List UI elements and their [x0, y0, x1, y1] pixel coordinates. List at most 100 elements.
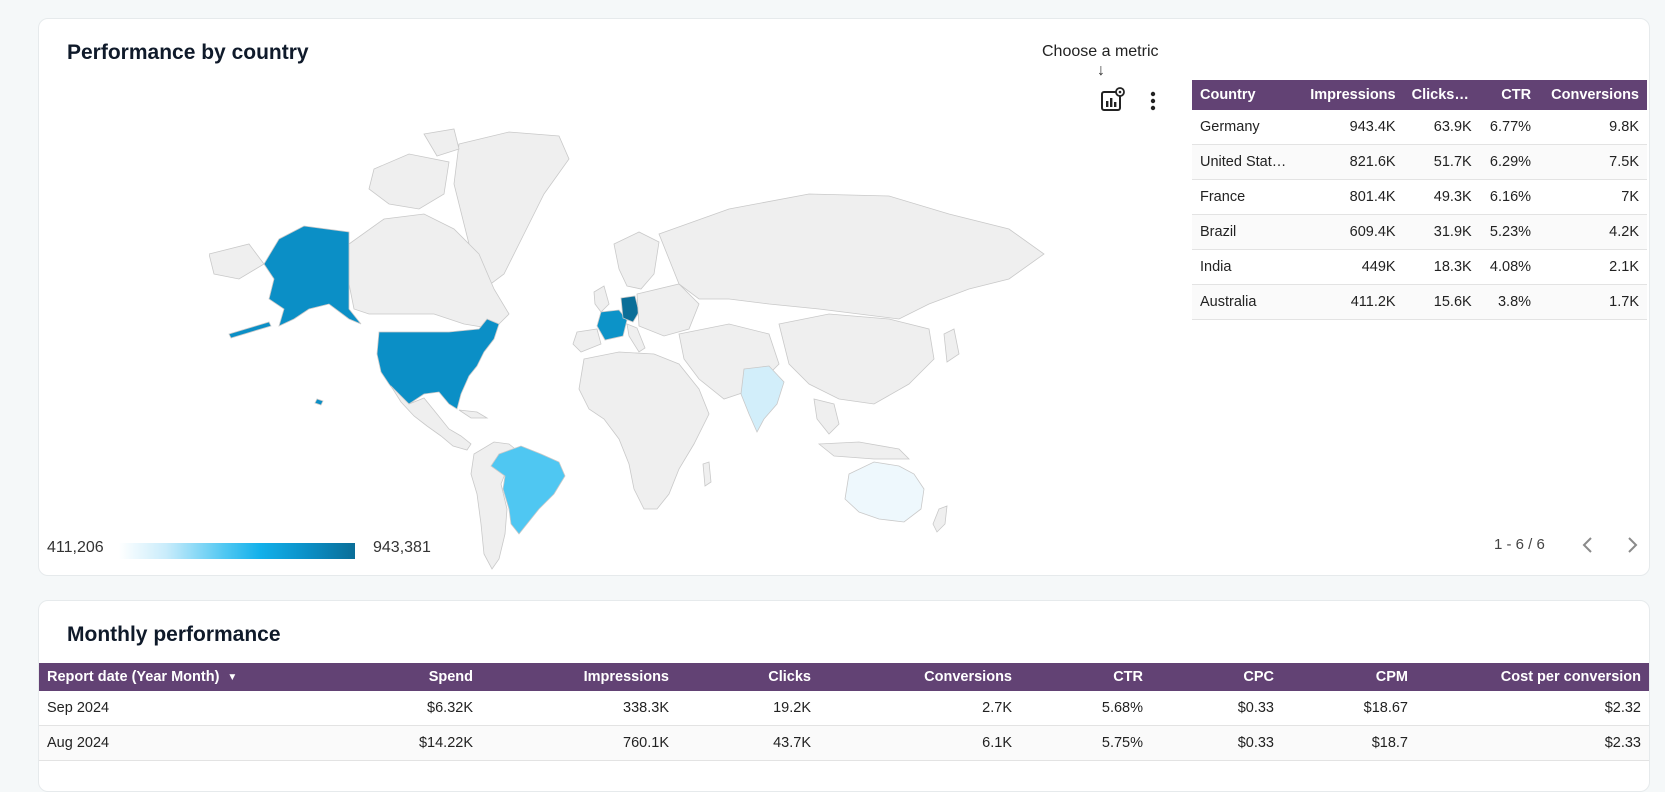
map-united-states[interactable]	[376, 318, 500, 410]
chevron-right-icon[interactable]	[1623, 534, 1641, 556]
cell-cost-per-conversion: $2.33	[1416, 725, 1649, 761]
map-australia[interactable]	[844, 461, 925, 523]
map-aleutians[interactable]	[228, 321, 272, 339]
col-ctr[interactable]: CTR	[1020, 663, 1151, 691]
cell-cost-per-conversion: $2.32	[1416, 691, 1649, 726]
country-row[interactable]: Australia 411.2K 15.6K 3.8% 1.7K	[1192, 284, 1647, 320]
map-africa[interactable]	[578, 351, 710, 510]
col-impressions[interactable]: Impressions	[1298, 80, 1404, 110]
cell-impressions: 760.1K	[481, 725, 677, 761]
col-impressions[interactable]: Impressions	[481, 663, 677, 691]
cell-clicks: 15.6K	[1403, 284, 1480, 320]
cell-impressions: 449K	[1298, 249, 1404, 285]
map-hawaii[interactable]	[314, 398, 324, 406]
cell-clicks: 31.9K	[1403, 214, 1480, 250]
world-map[interactable]	[209, 114, 1049, 574]
cell-impressions: 801.4K	[1298, 179, 1404, 215]
country-row[interactable]: Brazil 609.4K 31.9K 5.23% 4.2K	[1192, 214, 1647, 250]
col-ctr[interactable]: CTR	[1479, 80, 1540, 110]
cell-country: India	[1192, 249, 1299, 285]
map-italy[interactable]	[626, 323, 646, 353]
map-east-asia[interactable]	[778, 313, 935, 405]
cell-ctr: 6.16%	[1479, 179, 1540, 215]
col-report-date-label: Report date (Year Month)	[47, 669, 220, 685]
map-iberia[interactable]	[572, 328, 602, 353]
performance-card: Performance by country Choose a metric ↓	[38, 18, 1650, 576]
col-clicks[interactable]: Clicks	[677, 663, 819, 691]
cell-conversions: 7K	[1539, 179, 1647, 215]
col-report-date[interactable]: Report date (Year Month) ▼	[39, 663, 285, 691]
country-row[interactable]: Germany 943.4K 63.9K 6.77% 9.8K	[1192, 110, 1647, 145]
chevron-left-icon[interactable]	[1579, 534, 1597, 556]
col-spend[interactable]: Spend	[285, 663, 481, 691]
map-arctic-islands[interactable]	[368, 153, 450, 210]
map-scandinavia[interactable]	[613, 231, 660, 290]
country-row[interactable]: France 801.4K 49.3K 6.16% 7K	[1192, 179, 1647, 215]
legend-max: 943,381	[373, 539, 431, 556]
map-alaska[interactable]	[263, 225, 362, 327]
col-cpm[interactable]: CPM	[1282, 663, 1416, 691]
country-table-body: Germany 943.4K 63.9K 6.77% 9.8K United Stat… 8…	[1192, 110, 1647, 320]
metric-chooser-icon[interactable]	[1099, 87, 1125, 113]
map-germany[interactable]	[620, 295, 640, 323]
monthly-table-body: Sep 2024 $6.32K 338.3K 19.2K 2.7K 5.68% $0.33 $…	[39, 691, 1649, 761]
cell-ctr: 5.75%	[1020, 725, 1151, 761]
monthly-title: Monthly performance	[67, 623, 281, 646]
cell-report-date: Aug 2024	[39, 725, 285, 761]
pager-label: 1 - 6 / 6	[1494, 536, 1545, 553]
cell-report-date: Sep 2024	[39, 691, 285, 726]
cell-conversions: 4.2K	[1539, 214, 1647, 250]
col-cpc[interactable]: CPC	[1151, 663, 1282, 691]
cell-spend: $6.32K	[285, 691, 481, 726]
cell-cpc: $0.33	[1151, 691, 1282, 726]
cell-impressions: 338.3K	[481, 691, 677, 726]
legend-min: 411,206	[47, 539, 104, 556]
cell-impressions: 821.6K	[1298, 144, 1404, 180]
col-country[interactable]: Country	[1192, 80, 1299, 110]
monthly-table-header: Report date (Year Month) ▼ Spend Impressi…	[39, 663, 1649, 691]
map-russia[interactable]	[658, 193, 1045, 320]
cell-cpm: $18.7	[1282, 725, 1416, 761]
cell-conversions: 6.1K	[819, 725, 1020, 761]
cell-clicks: 19.2K	[677, 691, 819, 726]
cell-ctr: 4.08%	[1479, 249, 1540, 285]
map-india[interactable]	[740, 365, 785, 433]
map-se-asia[interactable]	[813, 398, 840, 435]
country-row[interactable]: United Stat… 821.6K 51.7K 6.29% 7.5K	[1192, 144, 1647, 180]
map-madagascar[interactable]	[702, 461, 712, 487]
cell-conversions: 1.7K	[1539, 284, 1647, 320]
monthly-row[interactable]: Aug 2024 $14.22K 760.1K 43.7K 6.1K 5.75% $0.33…	[39, 725, 1649, 761]
cell-conversions: 2.7K	[819, 691, 1020, 726]
cell-impressions: 411.2K	[1298, 284, 1404, 320]
country-table-header: Country Impressions Clicks… CTR Conversi…	[1192, 80, 1647, 110]
legend-gradient	[119, 543, 355, 559]
map-cuba[interactable]	[458, 409, 489, 419]
map-chukotka[interactable]	[209, 243, 265, 280]
country-table: Country Impressions Clicks… CTR Conversi…	[1192, 80, 1647, 320]
cell-impressions: 609.4K	[1298, 214, 1404, 250]
map-japan[interactable]	[943, 328, 960, 363]
map-arctic-islands-2[interactable]	[423, 128, 460, 157]
map-new-zealand[interactable]	[932, 505, 948, 533]
monthly-card: Monthly performance Report date (Year Mo…	[38, 600, 1650, 792]
cell-ctr: 3.8%	[1479, 284, 1540, 320]
cell-country: Australia	[1192, 284, 1299, 320]
country-row[interactable]: India 449K 18.3K 4.08% 2.1K	[1192, 249, 1647, 285]
cell-conversions: 2.1K	[1539, 249, 1647, 285]
cell-cpc: $0.33	[1151, 725, 1282, 761]
col-cost-per-conversion[interactable]: Cost per conversion	[1416, 663, 1649, 691]
cell-clicks: 51.7K	[1403, 144, 1480, 180]
cell-clicks: 43.7K	[677, 725, 819, 761]
col-clicks[interactable]: Clicks…	[1403, 80, 1480, 110]
col-conversions[interactable]: Conversions	[819, 663, 1020, 691]
map-uk[interactable]	[593, 285, 610, 313]
cell-impressions: 943.4K	[1298, 110, 1404, 145]
cell-country: Germany	[1192, 110, 1299, 145]
monthly-table: Report date (Year Month) ▼ Spend Impressi…	[39, 663, 1649, 761]
map-indonesia[interactable]	[817, 441, 910, 460]
col-conversions[interactable]: Conversions	[1539, 80, 1647, 110]
more-options-icon[interactable]	[1143, 89, 1163, 113]
sort-desc-icon[interactable]: ▼	[227, 672, 237, 683]
cell-clicks: 49.3K	[1403, 179, 1480, 215]
monthly-row[interactable]: Sep 2024 $6.32K 338.3K 19.2K 2.7K 5.68% $0.33 $…	[39, 691, 1649, 726]
